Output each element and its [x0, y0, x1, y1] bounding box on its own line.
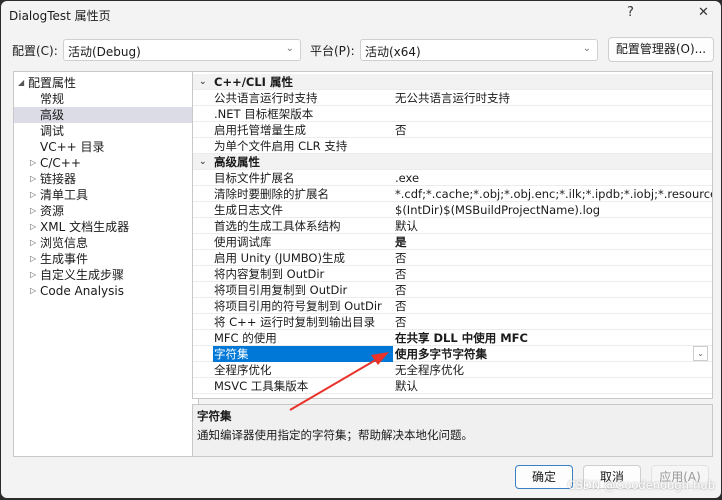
- property-pages-dialog: DialogTest 属性页 ? ✕ 配置(C): 活动(Debug) ⌄ 平台…: [1, 1, 721, 498]
- annotation-arrow: [289, 352, 389, 411]
- watermark: CSDN @Goodenough-hub: [567, 478, 715, 492]
